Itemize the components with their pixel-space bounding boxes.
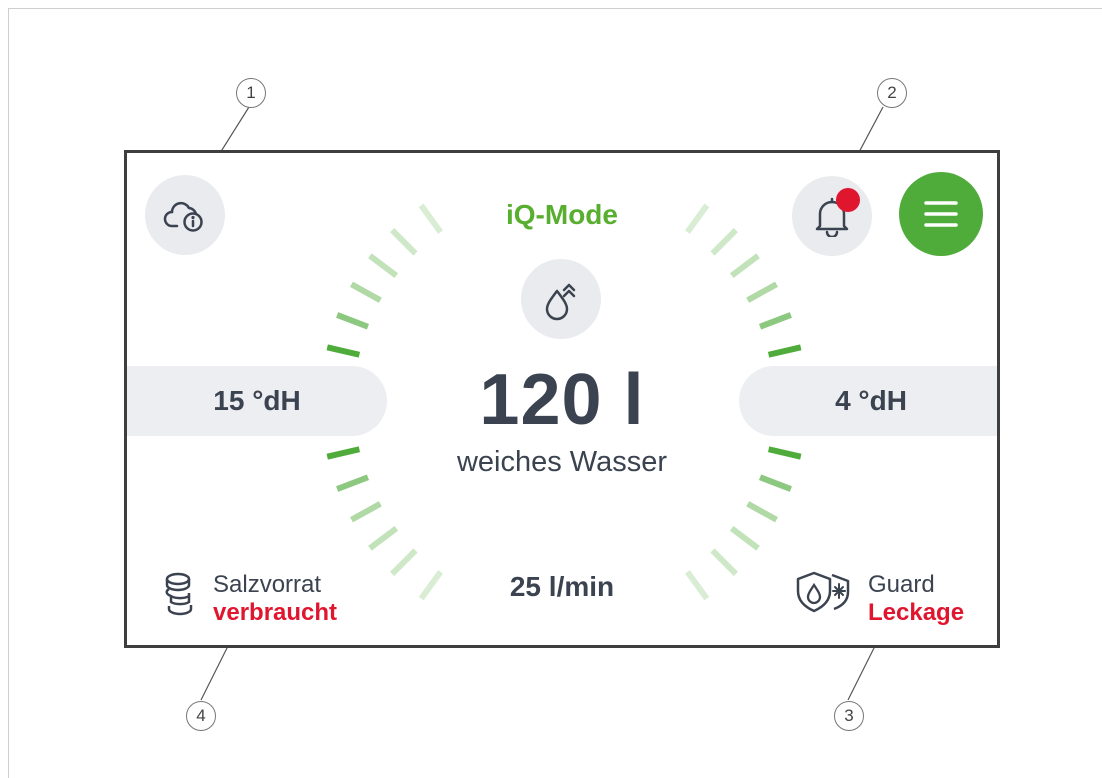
soft-water-caption: weiches Wasser bbox=[456, 446, 668, 478]
gauge-tick bbox=[336, 474, 370, 492]
salt-tablets-icon bbox=[162, 571, 194, 617]
water-drop-boost-icon bbox=[539, 277, 583, 321]
gauge-tick bbox=[368, 253, 399, 279]
salt-status[interactable]: Salzvorrat verbraucht bbox=[157, 565, 357, 627]
gauge-tick bbox=[729, 253, 760, 279]
callout-4: 4 bbox=[186, 701, 216, 731]
gauge-tick bbox=[729, 525, 760, 551]
gauge-tick bbox=[746, 501, 778, 523]
callout-1: 1 bbox=[236, 78, 266, 108]
gauge-tick bbox=[350, 281, 382, 303]
guard-title: Guard bbox=[868, 571, 935, 598]
gauge-tick bbox=[390, 228, 418, 256]
gauge-tick bbox=[368, 525, 399, 551]
gauge-tick bbox=[758, 474, 792, 492]
water-mode-button[interactable] bbox=[521, 259, 601, 339]
gauge-tick bbox=[767, 344, 802, 358]
salt-status-value: verbraucht bbox=[213, 599, 338, 626]
guard-status[interactable]: Guard Leckage bbox=[792, 565, 992, 627]
gauge-tick bbox=[710, 228, 738, 256]
salt-title: Salzvorrat bbox=[213, 571, 322, 598]
soft-water-volume: 120 l bbox=[479, 360, 645, 440]
gauge-tick bbox=[350, 501, 382, 523]
gauge-tick bbox=[758, 312, 792, 330]
guard-shield-icon bbox=[792, 569, 856, 613]
gauge-tick bbox=[746, 281, 778, 303]
guard-status-value: Leckage bbox=[868, 599, 965, 626]
callout-3: 3 bbox=[834, 701, 864, 731]
gauge-tick bbox=[326, 344, 361, 358]
callout-2: 2 bbox=[877, 78, 907, 108]
mode-label: iQ-Mode bbox=[506, 199, 618, 230]
device-screen: iQ-Mode 15 °dH 4 °dH 120 l weiches Wasse… bbox=[124, 150, 1000, 648]
gauge-tick bbox=[336, 312, 370, 330]
